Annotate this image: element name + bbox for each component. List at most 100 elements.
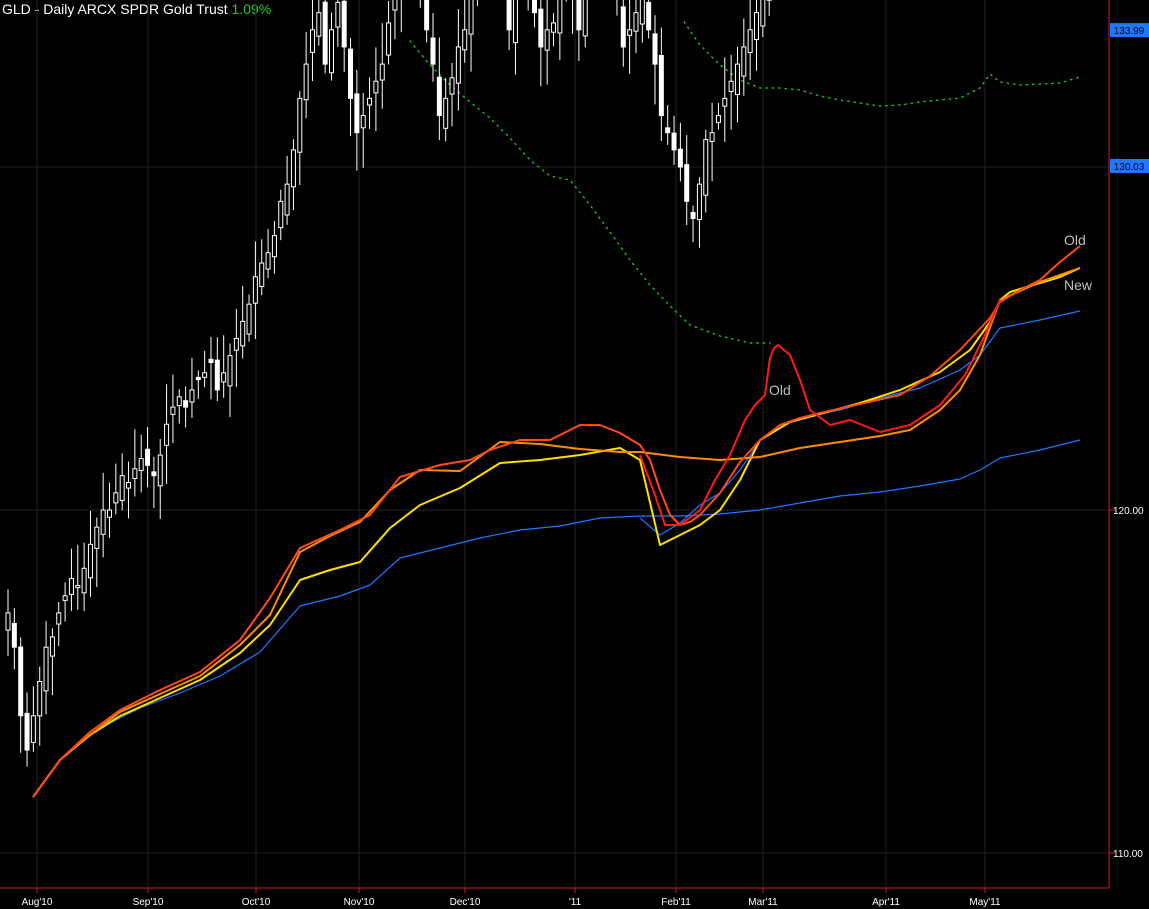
- candle-body: [531, 0, 537, 14]
- candle-body: [68, 578, 74, 595]
- candle-body: [335, 1, 341, 28]
- candle-body: [43, 646, 49, 692]
- x-tick-label: Oct'10: [242, 897, 271, 908]
- y-tick-label: 110.00: [1113, 849, 1143, 860]
- candle-body: [138, 458, 144, 472]
- candle-body: [303, 63, 309, 101]
- x-tick-label: Feb'11: [661, 897, 691, 908]
- candle-body: [747, 29, 753, 53]
- candle-body: [449, 77, 455, 95]
- x-tick-label: Aug'10: [22, 897, 53, 908]
- candle-body: [360, 115, 366, 129]
- candle-body: [126, 482, 132, 489]
- candle-body: [62, 595, 68, 601]
- candle-body: [684, 164, 690, 202]
- candle-body: [37, 681, 43, 717]
- x-tick-label: Sep'10: [133, 897, 164, 908]
- candle-body: [18, 646, 24, 717]
- candle-body: [677, 148, 683, 168]
- candle-body: [329, 29, 335, 74]
- candle-body: [164, 423, 170, 446]
- candle-body: [278, 200, 284, 229]
- candle-body: [297, 97, 303, 153]
- candle-body: [81, 567, 87, 594]
- price-axis: 110.00120.00130.00140.00150.00: [1109, 163, 1144, 860]
- candle-body: [512, 0, 518, 44]
- time-axis: Aug'10 Sep'10 Oct'10 Nov'10 Dec'10 '11 Feb'11 M…: [22, 888, 1001, 908]
- candle-body: [703, 139, 709, 196]
- candle-body: [576, 0, 582, 31]
- candle-body: [195, 376, 201, 381]
- candle-body: [170, 406, 176, 415]
- candle-body: [271, 235, 277, 258]
- candle-body: [75, 584, 81, 589]
- candle-body: [462, 29, 468, 51]
- candle-body: [30, 715, 36, 743]
- candle-body: [202, 372, 208, 378]
- candle-body: [233, 338, 239, 351]
- candle-body: [151, 471, 157, 477]
- series-line-upper-band: [409, 40, 771, 344]
- candle-body: [753, 12, 759, 41]
- candle-body: [94, 526, 100, 549]
- series-line-orange: [32, 267, 1081, 798]
- candle-body: [240, 320, 246, 347]
- candle-body: [265, 252, 271, 270]
- candle-body: [646, 1, 652, 31]
- candle-body: [760, 0, 766, 27]
- candle-body: [430, 37, 436, 65]
- series-line-blue-slow: [32, 439, 1081, 798]
- candle-body: [341, 0, 347, 48]
- candle-body: [214, 359, 220, 391]
- price-chart[interactable]: OldOldNew 110.00120.00130.00140.00150.00…: [0, 0, 1149, 909]
- candle-body: [106, 509, 112, 518]
- candlesticks: [5, 0, 772, 767]
- series-line-yellow: [32, 267, 1081, 798]
- candle-body: [373, 80, 379, 94]
- candle-body: [348, 48, 354, 99]
- candle-body: [145, 448, 151, 466]
- x-tick-label: '11: [569, 897, 582, 908]
- candle-body: [436, 76, 442, 117]
- candle-body: [582, 0, 588, 37]
- candle-body: [627, 29, 633, 36]
- candle-body: [392, 0, 398, 11]
- candle-body: [639, 0, 645, 25]
- price-badges: 155.07149.70145.22144.02141.50139.57138.…: [1110, 23, 1149, 173]
- candle-body: [728, 80, 734, 93]
- annotations: Old Old New: [769, 232, 1093, 398]
- candle-body: [671, 132, 677, 151]
- candle-body: [24, 712, 30, 751]
- candle-body: [259, 262, 265, 287]
- candle-body: [544, 29, 550, 51]
- annotation-label: New: [1064, 277, 1093, 293]
- candle-body: [221, 372, 227, 383]
- candle-body: [741, 46, 747, 77]
- candle-body: [119, 475, 125, 501]
- y-tick-label: 120.00: [1113, 506, 1144, 517]
- price-badge-label: 133.99: [1114, 26, 1145, 37]
- candle-body: [227, 355, 233, 387]
- candle-body: [290, 149, 296, 188]
- candle-body: [557, 0, 563, 34]
- candle-body: [379, 63, 385, 81]
- candle-body: [11, 622, 17, 648]
- candle-body: [658, 54, 664, 117]
- candle-body: [538, 8, 544, 48]
- candle-body: [87, 543, 93, 579]
- candle-body: [506, 0, 512, 31]
- chart-series: [32, 21, 1081, 798]
- candle-body: [443, 97, 449, 129]
- candle-body: [113, 492, 119, 504]
- candle-body: [132, 468, 138, 480]
- x-tick-label: Apr'11: [872, 897, 900, 908]
- annotation-label: Old: [1064, 232, 1086, 248]
- candle-body: [665, 127, 671, 134]
- candle-body: [176, 396, 182, 407]
- candle-body: [424, 0, 430, 31]
- candle-body: [56, 612, 62, 625]
- candle-body: [709, 132, 715, 142]
- annotation-label: Old: [769, 382, 791, 398]
- candle-body: [309, 29, 315, 53]
- candle-body: [551, 22, 557, 33]
